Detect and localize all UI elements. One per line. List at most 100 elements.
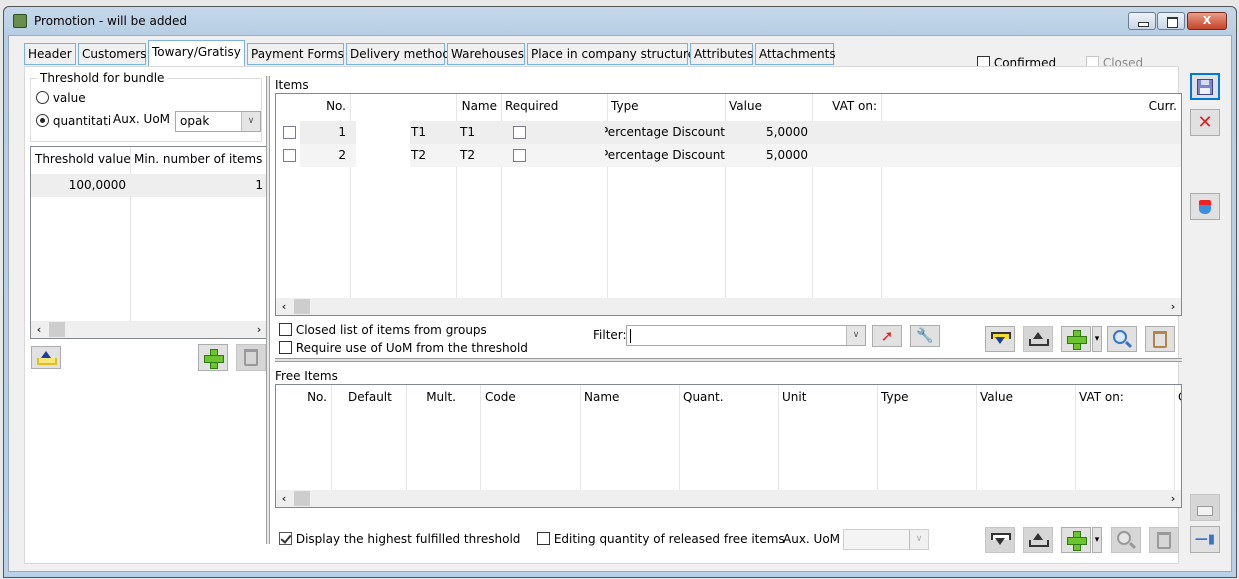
display-highest-check-box[interactable] xyxy=(279,532,292,545)
scroll-right-icon[interactable]: › xyxy=(1165,490,1181,507)
tab-warehouses[interactable]: Warehouses xyxy=(447,43,525,65)
column-header-no[interactable]: No. xyxy=(276,94,350,118)
column-header-mult[interactable]: Mult. xyxy=(406,385,460,409)
tab-place-in-company-structure[interactable]: Place in company structure xyxy=(527,43,695,65)
export-free-items-button[interactable] xyxy=(1023,527,1053,553)
column-header-value[interactable]: Value xyxy=(976,385,1017,409)
aux-uom-value: opak xyxy=(180,114,210,128)
clear-filter-icon: ➚ xyxy=(880,327,894,345)
row-required-checkbox[interactable] xyxy=(513,149,526,162)
free-aux-uom-select: ∨ xyxy=(843,529,929,550)
column-header-type[interactable]: Type xyxy=(877,385,913,409)
close-window-button[interactable]: X xyxy=(1187,12,1227,30)
save-button[interactable] xyxy=(1190,73,1220,100)
tab-customers[interactable]: Customers xyxy=(78,43,147,65)
items-hscrollbar[interactable]: ‹ › xyxy=(276,298,1181,315)
view-free-item-button xyxy=(1111,527,1141,553)
free-aux-uom-label: Aux. UoM xyxy=(783,532,841,546)
column-header-name[interactable]: Name xyxy=(456,94,501,118)
column-header-required[interactable]: Required xyxy=(501,94,562,118)
trash-icon xyxy=(244,349,258,366)
export-data-button[interactable] xyxy=(1190,193,1220,220)
vertical-splitter[interactable] xyxy=(266,76,270,544)
tab-towary-gratisy[interactable]: Towary/Gratisy xyxy=(148,40,245,67)
scroll-left-icon[interactable]: ‹ xyxy=(276,298,292,315)
filter-input[interactable]: ∨ xyxy=(626,325,866,346)
horizontal-splitter[interactable] xyxy=(275,358,1182,362)
scroll-left-icon[interactable]: ‹ xyxy=(276,490,292,507)
tab-header[interactable]: Header xyxy=(24,43,76,65)
tab-attributes[interactable]: Attributes xyxy=(690,43,753,65)
require-uom-check-box[interactable] xyxy=(279,341,292,354)
import-threshold-button[interactable] xyxy=(31,346,61,369)
scroll-thumb[interactable] xyxy=(294,491,310,506)
add-item-dropdown[interactable]: ▾ xyxy=(1092,326,1102,352)
clear-filter-button[interactable]: ➚ xyxy=(872,325,902,347)
download-icon xyxy=(991,332,1011,346)
scroll-thumb[interactable] xyxy=(294,299,310,314)
add-threshold-button[interactable] xyxy=(198,344,228,371)
column-header-unit[interactable]: Unit xyxy=(778,385,810,409)
threshold-value-radio[interactable]: value xyxy=(36,91,86,105)
view-item-button[interactable] xyxy=(1107,326,1137,352)
add-item-button[interactable] xyxy=(1061,326,1091,352)
column-header-value[interactable]: Value xyxy=(725,94,766,118)
column-header-curr[interactable]: C xyxy=(1174,385,1181,409)
items-row[interactable]: 2 T2 T2 Percentage Discount 5,0000 xyxy=(276,144,1181,167)
closed-list-checkbox[interactable]: Closed list of items from groups xyxy=(279,323,487,337)
add-free-item-button[interactable] xyxy=(1061,527,1091,553)
chevron-down-icon[interactable]: ∨ xyxy=(241,112,260,131)
column-header-default[interactable]: Default xyxy=(344,385,396,409)
scroll-right-icon[interactable]: › xyxy=(251,321,267,338)
plus-icon xyxy=(1066,329,1087,350)
tab-delivery-method[interactable]: Delivery method xyxy=(346,43,450,65)
row-name: T2 xyxy=(460,148,475,162)
tab-attachments[interactable]: Attachments xyxy=(755,43,836,65)
column-header-type[interactable]: Type xyxy=(607,94,643,118)
threshold-row[interactable]: 100,0000 1 xyxy=(31,174,267,197)
column-header-code[interactable]: Code xyxy=(481,385,520,409)
filter-settings-button[interactable]: 🔧 xyxy=(910,325,940,347)
export-items-button[interactable] xyxy=(1023,326,1053,352)
add-free-item-dropdown[interactable]: ▾ xyxy=(1092,527,1102,553)
threshold-quantitative-radio[interactable]: quantitativ xyxy=(36,114,110,128)
tab-payment-forms[interactable]: Payment Forms xyxy=(247,43,344,65)
minimize-button[interactable] xyxy=(1128,12,1156,30)
scroll-left-icon[interactable]: ‹ xyxy=(31,321,47,338)
plus-icon xyxy=(1066,530,1087,551)
column-header-threshold-value[interactable]: Threshold value xyxy=(31,147,135,171)
display-highest-label: Display the highest fulfilled threshold xyxy=(295,532,521,546)
chevron-down-icon[interactable]: ∨ xyxy=(846,326,865,345)
row-required-checkbox[interactable] xyxy=(513,126,526,139)
aux-uom-label: Aux. UoM xyxy=(113,112,171,126)
items-row[interactable]: 1 T1 T1 Percentage Discount 5,0000 xyxy=(276,121,1181,144)
editing-quantity-checkbox[interactable]: Editing quantity of released free items xyxy=(537,532,785,546)
import-free-items-button[interactable] xyxy=(985,527,1015,553)
column-header-vat[interactable]: VAT on: xyxy=(812,94,881,118)
column-header-curr[interactable]: Curr. xyxy=(881,94,1181,118)
column-header-quant[interactable]: Quant. xyxy=(679,385,728,409)
value-radio[interactable] xyxy=(36,91,49,104)
pin-button[interactable]: —▮ xyxy=(1190,526,1220,553)
free-items-hscrollbar[interactable]: ‹ › xyxy=(276,490,1181,507)
display-highest-checkbox[interactable]: Display the highest fulfilled threshold xyxy=(279,532,520,546)
editing-quantity-check-box[interactable] xyxy=(537,532,550,545)
require-uom-checkbox[interactable]: Require use of UoM from the threshold xyxy=(279,341,528,355)
scroll-right-icon[interactable]: › xyxy=(1165,298,1181,315)
closed-list-check-box[interactable] xyxy=(279,323,292,336)
maximize-button[interactable] xyxy=(1157,12,1185,30)
row-code: T1 xyxy=(411,125,426,139)
column-header-code[interactable] xyxy=(350,94,456,118)
column-header-vat[interactable]: VAT on: xyxy=(1075,385,1128,409)
import-items-button[interactable] xyxy=(985,326,1015,352)
column-header-min-items[interactable]: Min. number of items xyxy=(130,147,266,171)
quantitative-radio[interactable] xyxy=(36,114,49,127)
column-header-name[interactable]: Name xyxy=(580,385,623,409)
delete-item-button[interactable] xyxy=(1145,326,1175,352)
dropdown-arrow-icon: ▾ xyxy=(1094,334,1100,344)
column-header-no[interactable]: No. xyxy=(276,385,331,409)
aux-uom-select[interactable]: opak ∨ xyxy=(175,111,261,132)
threshold-hscrollbar[interactable]: ‹ › xyxy=(31,321,267,338)
cancel-button[interactable]: ✕ xyxy=(1190,109,1220,136)
scroll-thumb[interactable] xyxy=(49,322,65,337)
